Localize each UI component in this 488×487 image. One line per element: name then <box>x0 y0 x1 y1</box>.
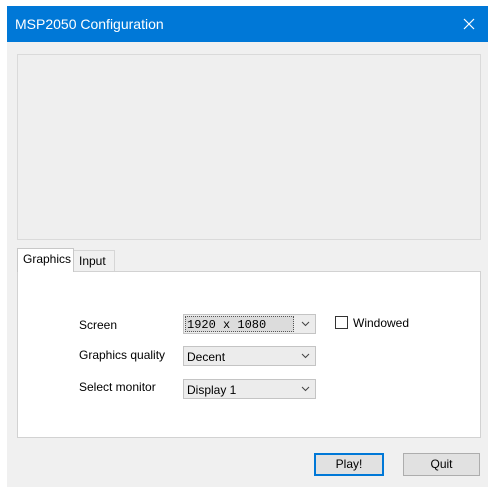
chevron-down-icon <box>301 353 310 359</box>
quit-button[interactable]: Quit <box>403 453 480 476</box>
select-monitor-select[interactable]: Display 1 <box>183 379 316 399</box>
graphics-quality-value: Decent <box>187 350 226 364</box>
close-icon <box>463 18 475 30</box>
window-title: MSP2050 Configuration <box>15 16 164 32</box>
screen-label: Screen <box>79 318 118 332</box>
windowed-checkbox[interactable] <box>335 316 348 329</box>
title-bar[interactable]: MSP2050 Configuration <box>7 6 488 42</box>
select-monitor-value: Display 1 <box>187 383 237 397</box>
screen-resolution-value: 1920 x 1080 <box>187 318 267 332</box>
preview-area <box>17 54 481 240</box>
tab-input[interactable]: Input <box>74 250 115 272</box>
chevron-down-icon <box>301 321 310 327</box>
graphics-quality-select[interactable]: Decent <box>183 346 316 366</box>
graphics-quality-label: Graphics quality <box>79 348 166 362</box>
play-button[interactable]: Play! <box>314 453 384 476</box>
screen-resolution-select[interactable]: 1920 x 1080 <box>183 314 316 334</box>
close-button[interactable] <box>455 10 483 38</box>
tab-graphics[interactable]: Graphics <box>17 248 74 272</box>
chevron-down-icon <box>301 386 310 392</box>
config-window: MSP2050 Configuration Graphics Input Scr… <box>7 6 488 487</box>
select-monitor-label: Select monitor <box>79 380 156 394</box>
windowed-label[interactable]: Windowed <box>353 316 409 330</box>
